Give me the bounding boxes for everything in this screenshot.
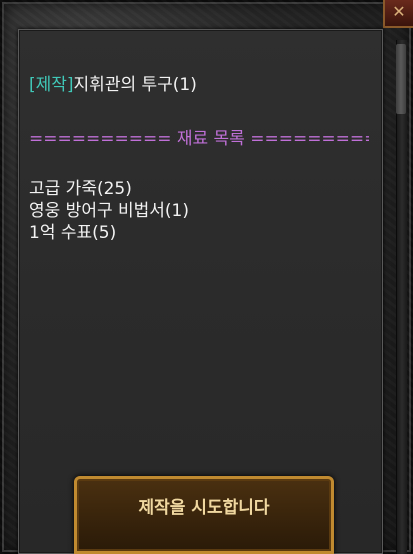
material-item: 고급 가죽(25) (29, 179, 132, 199)
craft-button[interactable]: 제작을 시도합니다 (74, 476, 334, 554)
close-button[interactable]: ✕ (383, 0, 413, 28)
materials-header: ========== 재료 목록 ========== (29, 129, 369, 149)
materials-list: 고급 가죽(25) 영웅 방어구 비법서(1) 1억 수표(5) (29, 178, 189, 244)
recipe-title: [제작]지휘관의 투구(1) (29, 70, 197, 95)
recipe-item-name: 지휘관의 투구(1) (73, 75, 197, 95)
close-icon: ✕ (392, 2, 406, 21)
craft-button-label: 제작을 시도합니다 (138, 498, 270, 518)
material-item: 1억 수표(5) (29, 223, 117, 243)
material-item: 영웅 방어구 비법서(1) (29, 201, 190, 221)
scrollbar-thumb[interactable] (396, 44, 406, 114)
craft-tag: [제작] (29, 75, 74, 95)
scrollbar-track[interactable] (396, 40, 407, 554)
